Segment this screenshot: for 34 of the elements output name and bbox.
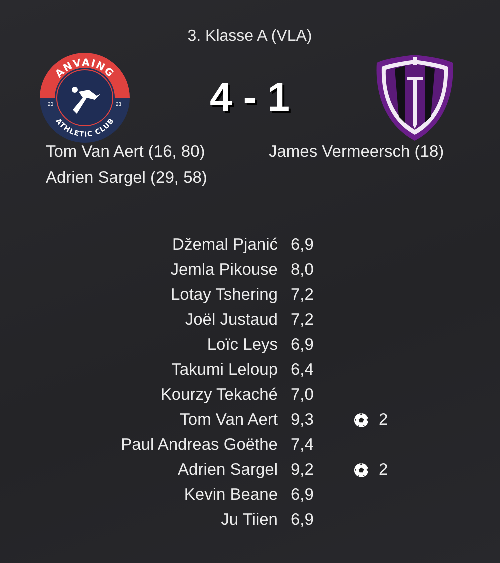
player-rating: 9,3 <box>291 410 315 431</box>
player-name: Kourzy Tekaché <box>160 385 279 406</box>
player-name: Loïc Leys <box>206 335 279 356</box>
player-name: Kevin Beane <box>183 485 279 506</box>
player-rating: 7,4 <box>291 435 315 456</box>
player-name: Jemla Pikouse <box>170 260 279 281</box>
goal-count: 2 <box>379 460 390 481</box>
player-rating: 7,2 <box>291 285 315 306</box>
goal-scorer: Adrien Sargel (29, 58) <box>46 168 208 189</box>
player-rating: 9,2 <box>291 460 315 481</box>
player-name: Ju Tiien <box>220 510 279 531</box>
competition-title: 3. Klasse A (VLA) <box>188 27 312 47</box>
player-name: Džemal Pjanić <box>172 235 279 256</box>
player-name: Joël Justaud <box>184 310 279 331</box>
player-rating: 7,0 <box>291 385 315 406</box>
goal-count: 2 <box>379 410 390 431</box>
player-rating: 8,0 <box>291 260 315 281</box>
goal-scorer: James Vermeersch (18) <box>269 142 446 163</box>
player-rating: 6,9 <box>291 335 315 356</box>
match-score: 4 - 1 <box>208 76 292 120</box>
player-rating: 6,4 <box>291 360 315 381</box>
football-icon <box>354 463 369 478</box>
football-icon <box>354 413 369 428</box>
player-name: Tom Van Aert <box>179 410 279 431</box>
player-name: Takumi Leloup <box>170 360 279 381</box>
player-rating: 7,2 <box>291 310 315 331</box>
player-name: Lotay Tshering <box>170 285 279 306</box>
player-name: Adrien Sargel <box>177 460 279 481</box>
player-rating: 6,9 <box>291 485 315 506</box>
player-rating: 6,9 <box>291 235 315 256</box>
goal-scorer: Tom Van Aert (16, 80) <box>46 142 206 163</box>
player-rating: 6,9 <box>291 510 315 531</box>
player-name: Paul Andreas Goëthe <box>120 435 279 456</box>
shield-crest-icon <box>375 53 455 143</box>
